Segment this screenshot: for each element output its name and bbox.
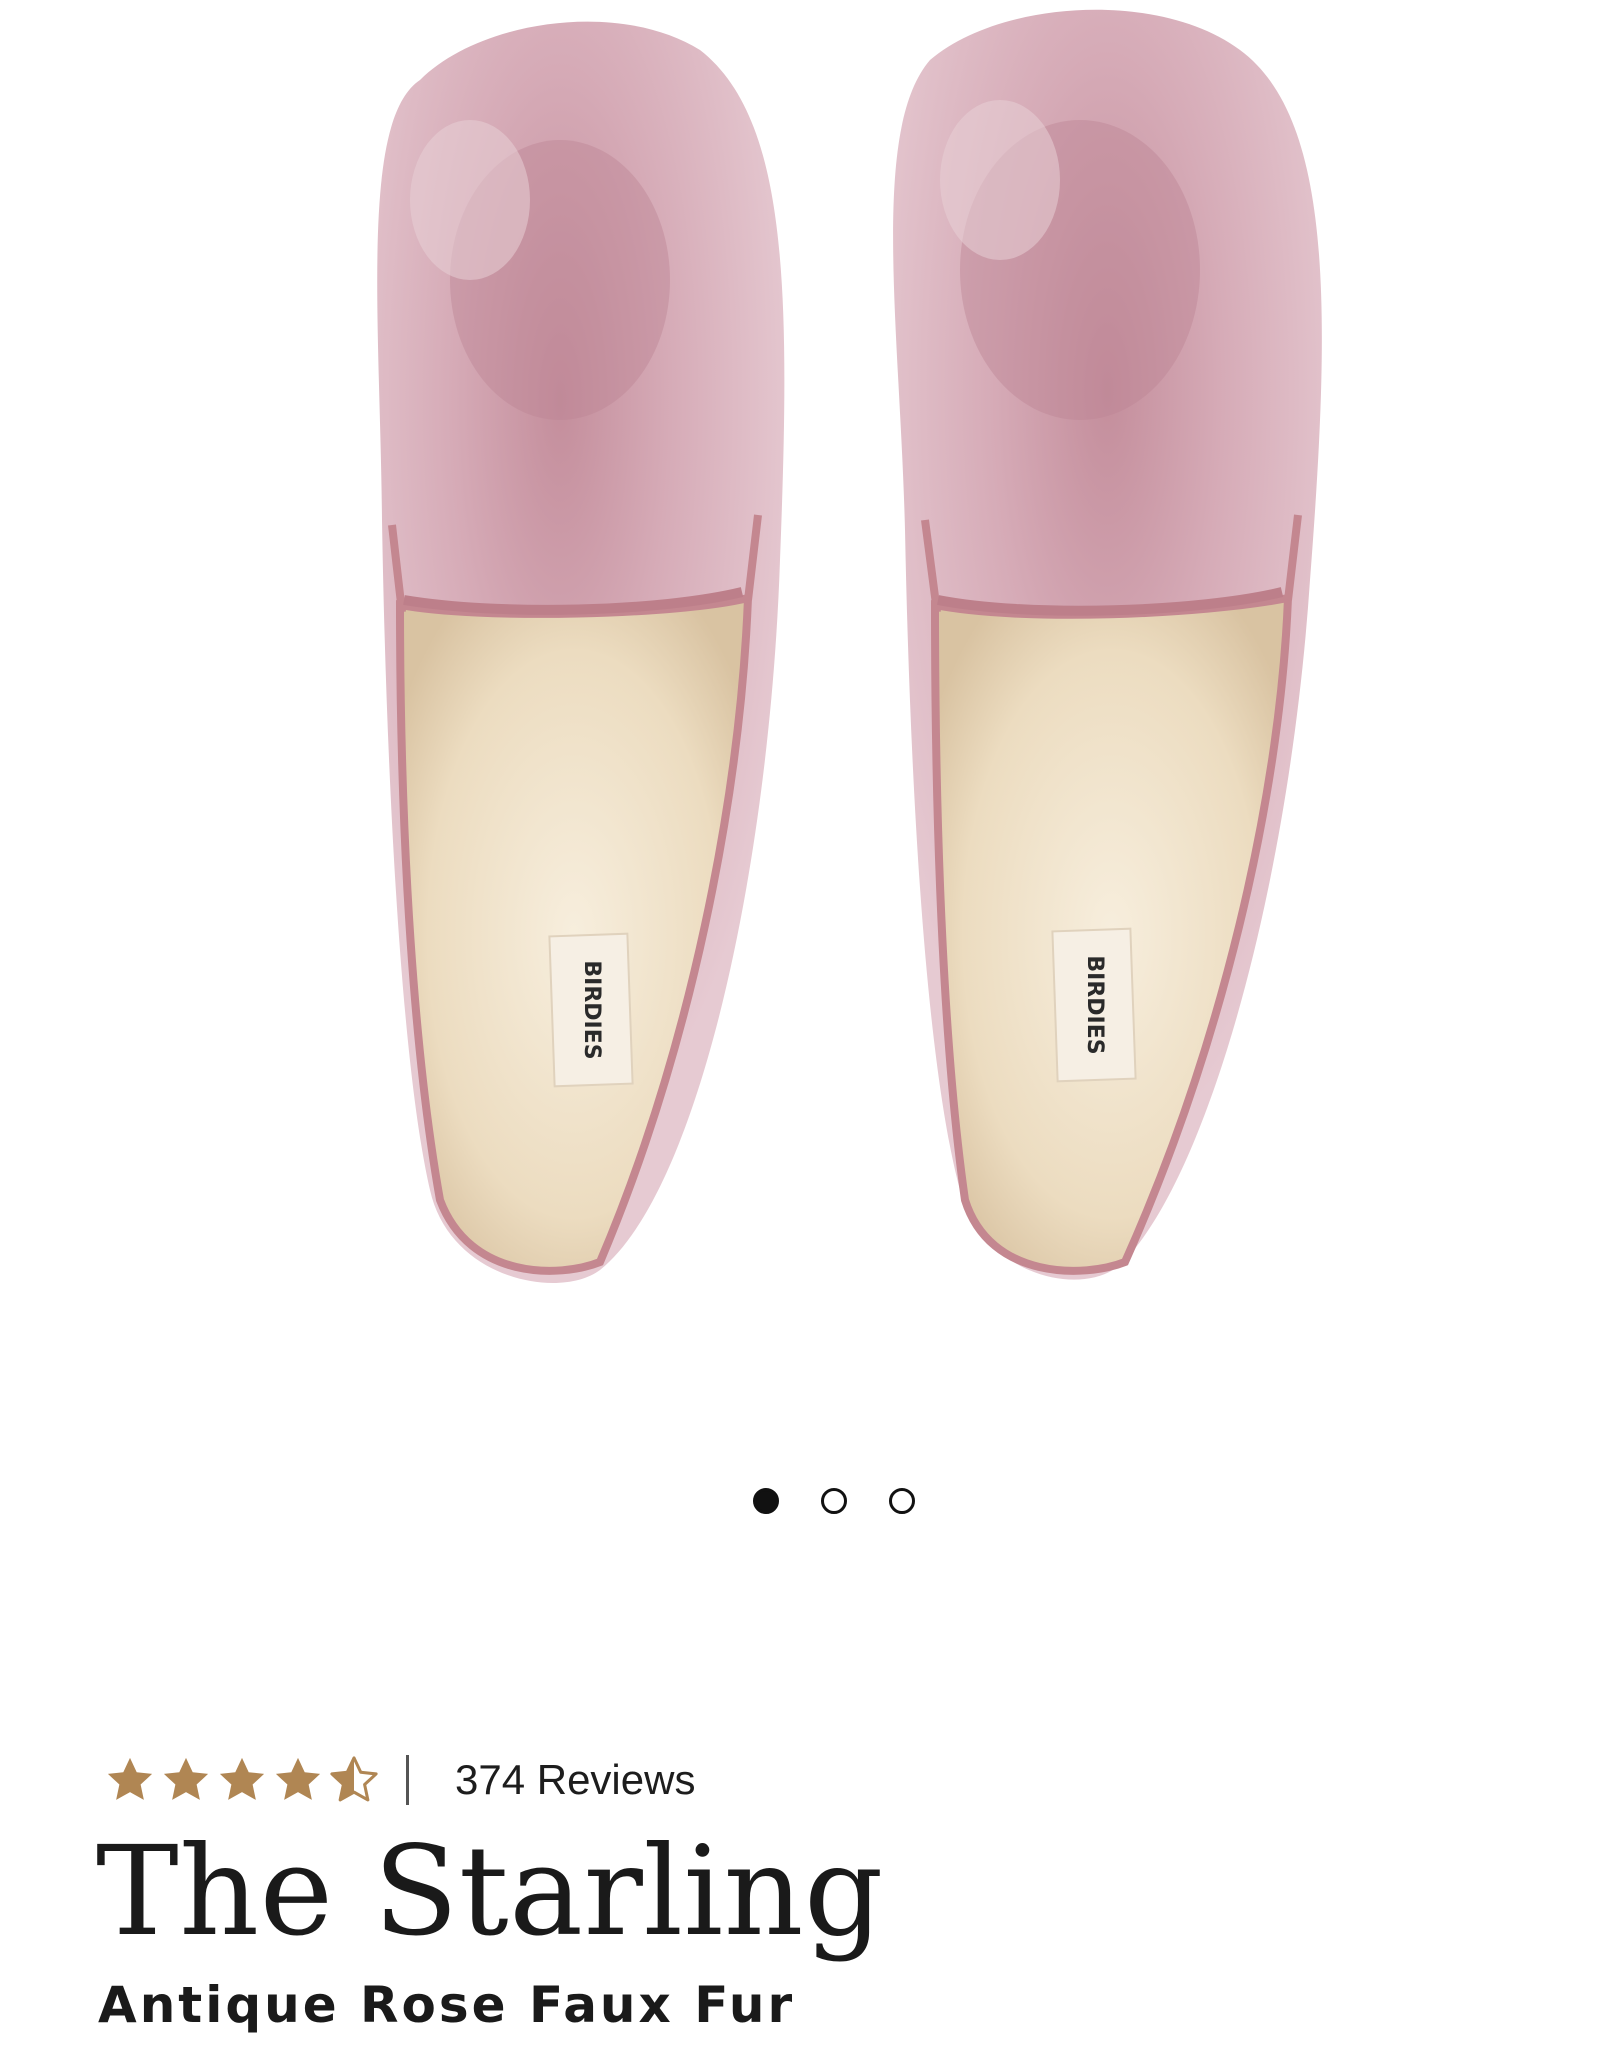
star-icon: [163, 1757, 209, 1800]
product-variant: Antique Rose Faux Fur: [98, 1976, 796, 2034]
product-image-gallery[interactable]: BIRDIES BIRDIES: [0, 0, 1600, 1400]
carousel-dot-1[interactable]: [753, 1488, 779, 1514]
product-page: BIRDIES BIRDIES 374 Reviews The Starling…: [0, 0, 1600, 2068]
insole-brand-label-right: BIRDIES: [1082, 955, 1107, 1054]
reviews-link[interactable]: 374 Reviews: [455, 1756, 695, 1804]
right-shoe: BIRDIES: [893, 9, 1322, 1280]
star-icon: [275, 1757, 321, 1800]
divider: [406, 1755, 409, 1805]
star-icon: [219, 1757, 265, 1800]
carousel-dot-2[interactable]: [821, 1488, 847, 1514]
star-rating: [104, 1754, 380, 1806]
rating-summary[interactable]: 374 Reviews: [104, 1748, 695, 1812]
star-half-icon: [330, 1756, 378, 1802]
carousel-pagination: [753, 1488, 915, 1514]
star-icon: [107, 1757, 153, 1800]
left-shoe: BIRDIES: [377, 21, 785, 1284]
carousel-dot-3[interactable]: [889, 1488, 915, 1514]
insole-brand-label-left: BIRDIES: [579, 960, 604, 1059]
product-image: BIRDIES BIRDIES: [377, 9, 1322, 1284]
product-title: The Starling: [96, 1820, 884, 1964]
